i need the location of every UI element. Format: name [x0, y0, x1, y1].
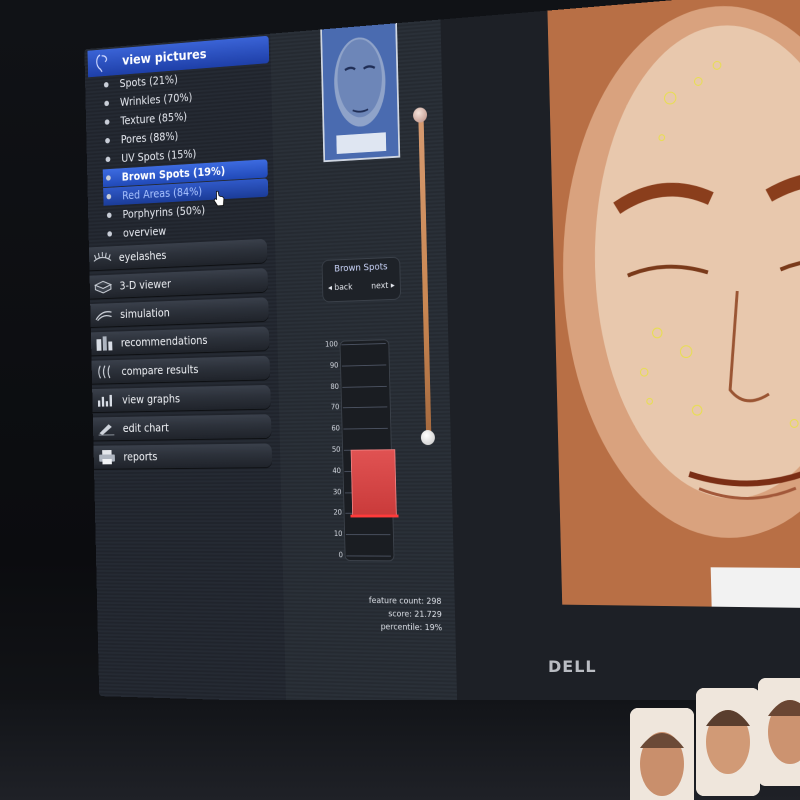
face-profile-icon [92, 52, 116, 73]
image-viewer [440, 0, 800, 719]
simulation-icon [92, 306, 116, 325]
graph-icon [94, 391, 118, 409]
menu-item-label: eyelashes [118, 249, 167, 264]
mouse-pointer-icon [213, 190, 225, 207]
bullet-icon [106, 193, 112, 200]
gauge-tick-label: 80 [330, 382, 340, 391]
gauge-tick-label: 100 [324, 339, 339, 349]
menu-item-label: simulation [120, 306, 170, 321]
portrait-image [630, 708, 694, 800]
eyelashes-icon [91, 249, 115, 268]
gauge-gridline [345, 534, 391, 536]
gauge-tick-label: 50 [331, 445, 341, 454]
compare-icon [93, 363, 117, 381]
feature-title: Brown Spots [334, 261, 388, 275]
edit-icon [94, 420, 118, 438]
menu-item-label: compare results [121, 363, 199, 378]
subitem-label: Texture (85%) [120, 110, 188, 128]
next-button[interactable]: next ▸ [371, 281, 395, 291]
cube-icon [91, 277, 115, 296]
face-thumbnail-image [321, 21, 399, 161]
slider-bottom-knob[interactable] [420, 429, 436, 446]
app-screen: view pictures Spots (21%) Wrinkles (70%)… [84, 0, 800, 719]
subitem-label: Porphyrins (50%) [122, 203, 206, 221]
next-label: next [371, 281, 389, 292]
photo-card [630, 708, 694, 800]
portrait-image [696, 688, 760, 796]
bullet-icon [104, 119, 110, 125]
gauge-tick-label: 70 [330, 403, 340, 412]
view-pictures-label: view pictures [122, 47, 207, 69]
menu-reports[interactable]: reports [93, 443, 273, 469]
bullet-icon [104, 100, 110, 107]
photo-scene: view pictures Spots (21%) Wrinkles (70%)… [0, 0, 800, 800]
printer-icon [95, 448, 119, 466]
bullet-icon [105, 156, 111, 163]
gauge-tick-label: 20 [333, 508, 343, 517]
menu-view-graphs[interactable]: view graphs [92, 384, 271, 413]
subitem-label: overview [122, 224, 167, 240]
menu-edit-chart[interactable]: edit chart [92, 414, 272, 441]
gauge-tick-label: 40 [332, 466, 342, 475]
menu-item-label: view graphs [122, 392, 181, 407]
subitem-label: Spots (21%) [119, 72, 178, 90]
slider-top-knob[interactable] [412, 107, 428, 123]
subitem-label: Red Areas (84%) [122, 184, 203, 203]
face-thumbnail[interactable] [320, 19, 401, 163]
menu-item-label: reports [123, 450, 158, 464]
before-after-photos [610, 678, 800, 800]
menu-item-label: edit chart [122, 421, 169, 435]
menu-recommendations[interactable]: recommendations [90, 326, 270, 356]
photo-card [758, 678, 800, 786]
bullet-icon [105, 175, 111, 181]
bullet-icon [106, 212, 112, 219]
bullet-icon [103, 81, 109, 88]
analysis-panel: Brown Spots ◂ back next ▸ 100 90 80 70 60 50 4… [270, 19, 458, 708]
gauge-tick-label: 10 [333, 529, 343, 538]
percentile: percentile: 19% [380, 622, 443, 634]
gauge-tick-label: 90 [329, 360, 339, 370]
menu-eyelashes[interactable]: eyelashes [88, 238, 268, 271]
back-button[interactable]: ◂ back [328, 283, 353, 293]
back-label: back [334, 282, 353, 293]
menu-compare-results[interactable]: compare results [91, 355, 271, 384]
photo-card [696, 688, 760, 796]
gauge-tick-label: 60 [331, 424, 341, 433]
subitem-label: UV Spots (15%) [121, 147, 197, 165]
left-menu: view pictures Spots (21%) Wrinkles (70%)… [84, 33, 287, 702]
bullet-icon [107, 231, 113, 237]
subitem-label: Wrinkles (70%) [119, 90, 193, 109]
menu-simulation[interactable]: simulation [90, 297, 269, 328]
feature-navigator: Brown Spots ◂ back next ▸ [321, 256, 402, 303]
feature-stats: feature count: 298 score: 21.729 percent… [321, 594, 442, 635]
menu-item-label: recommendations [120, 333, 208, 350]
percentile-gauge: 100 90 80 70 60 50 40 30 20 10 0 [319, 339, 399, 563]
intensity-slider-track[interactable] [418, 114, 432, 434]
gauge-bar [350, 449, 397, 518]
subitem-label: Pores (88%) [120, 129, 179, 147]
bullet-icon [105, 137, 110, 144]
subitem-label: Brown Spots (19%) [121, 164, 226, 184]
gauge-tick-label: 0 [338, 550, 344, 560]
brown-spots-face-image[interactable] [546, 0, 800, 609]
gauge-tick-label: 30 [332, 487, 342, 496]
products-icon [92, 334, 116, 352]
dell-logo: DELL [548, 657, 597, 676]
menu-3d-viewer[interactable]: 3-D viewer [89, 267, 269, 299]
face-analysis-render [546, 0, 800, 609]
menu-item-label: 3-D viewer [119, 277, 172, 293]
gauge-value-marker [350, 514, 399, 518]
portrait-image [758, 678, 800, 786]
